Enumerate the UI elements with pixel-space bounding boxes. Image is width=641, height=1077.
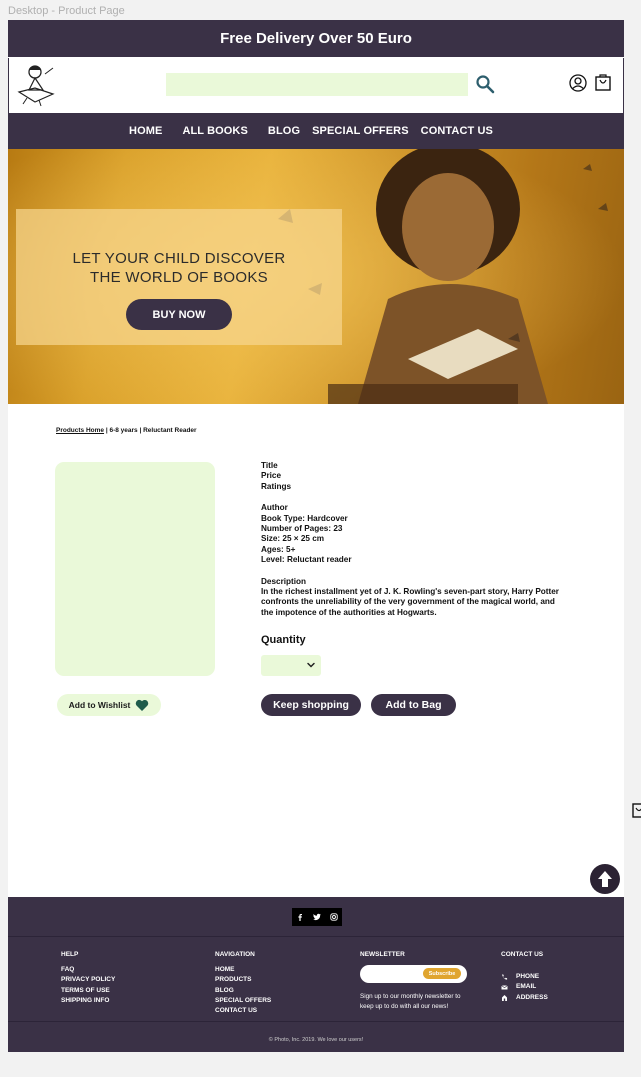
email-icon: [501, 985, 508, 990]
hero-title-line-2: THE WORLD OF BOOKS: [90, 269, 268, 286]
buy-now-button[interactable]: BUY NOW: [126, 299, 232, 330]
breadcrumb-products-home[interactable]: Products Home: [56, 427, 104, 434]
product-book-type: Book Type: Hardcover: [261, 513, 348, 523]
promo-banner: Free Delivery Over 50 Euro: [8, 20, 624, 58]
newsletter-title: NEWSLETTER: [360, 951, 405, 958]
site-footer: HELP FAQ PRIVACY POLICY TERMS OF USE SHI…: [8, 897, 624, 1052]
product-level: Level: Reluctant reader: [261, 555, 352, 565]
footer-newsletter: NEWSLETTER Subscribe Sign up to our mont…: [360, 950, 475, 1012]
contact-phone-label: PHONE: [516, 973, 540, 981]
scroll-to-top-icon[interactable]: [590, 864, 620, 894]
chevron-down-icon: [307, 662, 315, 668]
shopping-bag-icon[interactable]: [595, 73, 611, 91]
quantity-label: Quantity: [261, 634, 306, 646]
product-info: Title Price Ratings Author Book Type: Ha…: [261, 461, 561, 618]
footer-divider: [8, 936, 624, 937]
twitter-icon[interactable]: [313, 913, 321, 921]
heart-icon: [136, 699, 149, 711]
subscribe-button[interactable]: Subscribe: [423, 968, 461, 980]
product-page: Free Delivery Over 50 Euro HOME ALL BOOK…: [8, 20, 624, 1052]
product-description: In the richest installment yet of J. K. …: [261, 587, 559, 617]
search-input[interactable]: [166, 73, 468, 96]
footer-contact: CONTACT US PHONE EMAIL ADDRESS: [501, 950, 548, 1003]
footer-link-faq[interactable]: FAQ: [61, 965, 115, 975]
nav-special-offers[interactable]: SPECIAL OFFERS: [312, 125, 409, 137]
contact-address-label: ADDRESS: [516, 993, 548, 1001]
footer-link-products[interactable]: PRODUCTS: [215, 975, 271, 985]
site-header: [8, 58, 624, 113]
contact-phone[interactable]: PHONE: [501, 972, 548, 982]
contact-email[interactable]: EMAIL: [501, 982, 548, 992]
footer-link-terms[interactable]: TERMS OF USE: [61, 986, 115, 996]
footer-navigation: NAVIGATION HOME PRODUCTS BLOG SPECIAL OF…: [215, 950, 271, 1016]
footer-link-blog[interactable]: BLOG: [215, 986, 271, 996]
wishlist-label: Add to Wishlist: [68, 700, 131, 710]
newsletter-email-input[interactable]: Subscribe: [360, 965, 467, 984]
product-author: Author: [261, 503, 288, 513]
contact-email-label: EMAIL: [516, 983, 537, 991]
breadcrumb: Products Home | 6-8 years | Reluctant Re…: [56, 427, 197, 434]
product-price: Price: [261, 471, 282, 481]
footer-link-contact[interactable]: CONTACT US: [215, 1006, 271, 1016]
nav-all-books[interactable]: ALL BOOKS: [182, 125, 247, 137]
product-image: [55, 462, 215, 676]
nav-home[interactable]: HOME: [129, 125, 162, 137]
newsletter-text: Sign up to our monthly newsletter to kee…: [360, 993, 461, 1011]
add-to-bag-button[interactable]: Add to Bag: [371, 694, 456, 716]
main-nav: HOME ALL BOOKS BLOG SPECIAL OFFERS CONTA…: [8, 113, 624, 149]
social-links: [292, 908, 342, 926]
contact-address[interactable]: ADDRESS: [501, 993, 548, 1003]
frame-label: Desktop - Product Page: [8, 5, 125, 17]
product-pages: Number of Pages: 23: [261, 524, 343, 534]
phone-icon: [502, 974, 508, 980]
hero-title-line-1: LET YOUR CHILD DISCOVER: [72, 250, 286, 267]
footer-bottom-divider: [8, 1021, 624, 1022]
footer-link-special-offers[interactable]: SPECIAL OFFERS: [215, 996, 271, 1006]
facebook-icon[interactable]: [296, 913, 304, 921]
hero-banner: LET YOUR CHILD DISCOVER THE WORLD OF BOO…: [8, 149, 624, 404]
quantity-select[interactable]: [261, 655, 321, 676]
product-ages: Ages: 5+: [261, 544, 296, 554]
shopping-bag-icon-partial: [632, 803, 641, 818]
footer-nav-title: NAVIGATION: [215, 951, 255, 958]
footer-help-title: HELP: [61, 951, 79, 958]
logo-icon[interactable]: [15, 62, 57, 108]
product-ratings: Ratings: [261, 481, 292, 491]
nav-blog[interactable]: BLOG: [268, 125, 300, 137]
user-icon[interactable]: [569, 74, 587, 92]
description-label: Description: [261, 576, 307, 586]
breadcrumb-path: | 6-8 years | Reluctant Reader: [104, 427, 197, 434]
footer-help: HELP FAQ PRIVACY POLICY TERMS OF USE SHI…: [61, 950, 115, 1006]
promo-text: Free Delivery Over 50 Euro: [220, 30, 412, 47]
search-icon[interactable]: [475, 74, 495, 94]
add-to-wishlist-button[interactable]: Add to Wishlist: [57, 694, 161, 716]
copyright: © Photo, Inc. 2019. We love our users!: [268, 1037, 364, 1043]
keep-shopping-button[interactable]: Keep shopping: [261, 694, 361, 716]
address-icon: [502, 995, 507, 1002]
footer-link-privacy[interactable]: PRIVACY POLICY: [61, 975, 115, 985]
hero-callout: LET YOUR CHILD DISCOVER THE WORLD OF BOO…: [16, 209, 342, 345]
nav-contact-us[interactable]: CONTACT US: [421, 125, 493, 137]
instagram-icon[interactable]: [329, 913, 338, 921]
product-size: Size: 25 × 25 cm: [261, 534, 325, 544]
footer-link-home[interactable]: HOME: [215, 965, 271, 975]
hero-title: LET YOUR CHILD DISCOVER THE WORLD OF BOO…: [72, 249, 285, 287]
contact-title: CONTACT US: [501, 951, 544, 958]
product-title: Title: [261, 461, 278, 470]
footer-link-shipping[interactable]: SHIPPING INFO: [61, 996, 115, 1006]
